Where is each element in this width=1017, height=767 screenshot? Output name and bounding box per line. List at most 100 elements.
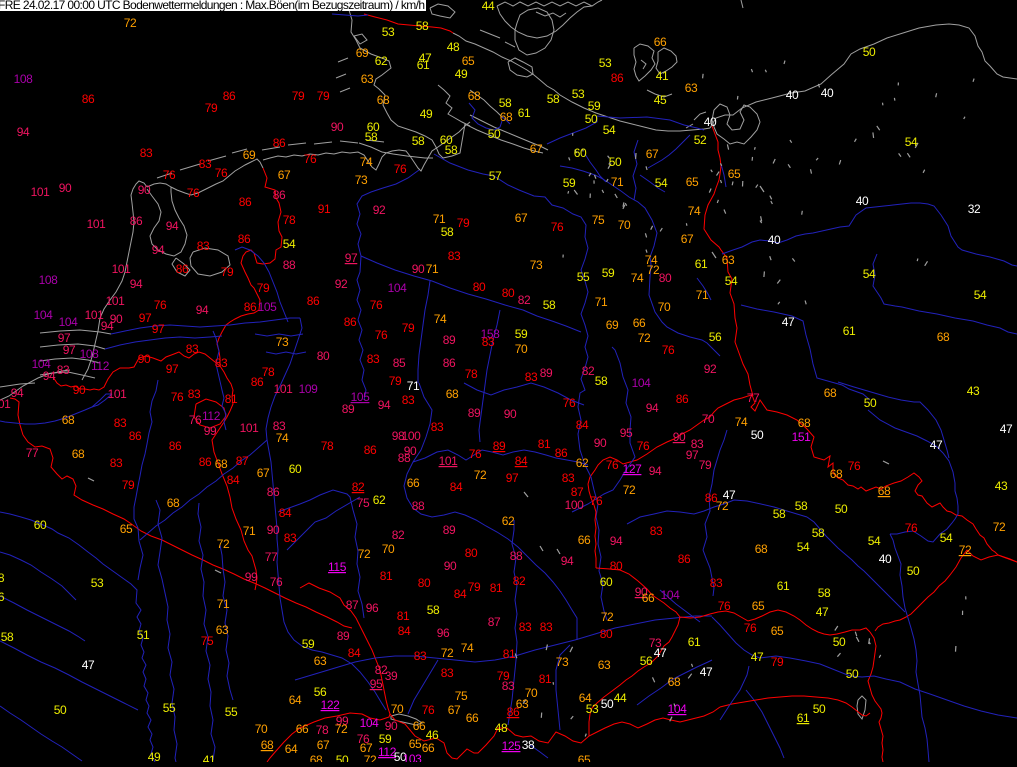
svg-text:68: 68 — [62, 413, 75, 427]
svg-text:58: 58 — [416, 19, 429, 33]
svg-text:81: 81 — [397, 609, 410, 623]
svg-text:86: 86 — [307, 294, 320, 308]
svg-text:71: 71 — [696, 288, 709, 302]
svg-text:50: 50 — [846, 667, 859, 681]
svg-text:103: 103 — [403, 752, 423, 762]
svg-text:63: 63 — [314, 654, 327, 668]
svg-text:76: 76 — [163, 168, 176, 182]
svg-text:47: 47 — [782, 315, 795, 329]
svg-text:74: 74 — [461, 641, 474, 655]
svg-text:69: 69 — [356, 46, 369, 60]
svg-text:61: 61 — [417, 58, 430, 72]
svg-text:58: 58 — [773, 507, 786, 521]
svg-text:75: 75 — [455, 689, 468, 703]
svg-text:58: 58 — [795, 499, 808, 513]
svg-text:63: 63 — [598, 658, 611, 672]
svg-text:6: 6 — [0, 590, 5, 604]
svg-text:60: 60 — [34, 518, 47, 532]
svg-text:94: 94 — [196, 303, 209, 317]
svg-text:59: 59 — [602, 266, 615, 280]
svg-text:83: 83 — [650, 524, 663, 538]
svg-text:61: 61 — [518, 106, 531, 120]
svg-text:72: 72 — [358, 547, 371, 561]
svg-text:55: 55 — [163, 701, 176, 715]
svg-text:43: 43 — [995, 479, 1008, 493]
svg-text:89: 89 — [468, 406, 481, 420]
svg-text:86: 86 — [82, 92, 95, 106]
svg-text:94: 94 — [166, 219, 179, 233]
svg-text:71: 71 — [595, 295, 608, 309]
svg-text:79: 79 — [205, 101, 218, 115]
svg-text:76: 76 — [718, 599, 731, 613]
svg-text:47: 47 — [700, 665, 713, 679]
svg-text:66: 66 — [578, 533, 591, 547]
svg-text:90: 90 — [138, 352, 151, 366]
svg-text:59: 59 — [515, 327, 528, 341]
svg-text:127: 127 — [623, 462, 643, 476]
svg-text:46: 46 — [426, 728, 439, 742]
svg-text:76: 76 — [590, 494, 603, 508]
svg-text:86: 86 — [199, 455, 212, 469]
svg-text:72: 72 — [959, 543, 972, 557]
svg-text:101: 101 — [274, 382, 294, 396]
svg-text:39: 39 — [385, 669, 398, 683]
svg-text:65: 65 — [120, 522, 133, 536]
svg-text:83: 83 — [502, 679, 515, 693]
svg-text:76: 76 — [469, 447, 482, 461]
svg-text:83: 83 — [284, 531, 297, 545]
svg-text:86: 86 — [676, 392, 689, 406]
svg-text:83: 83 — [402, 393, 415, 407]
svg-text:90: 90 — [673, 430, 686, 444]
svg-text:56: 56 — [314, 685, 327, 699]
svg-text:84: 84 — [450, 480, 463, 494]
svg-text:95: 95 — [620, 426, 633, 440]
svg-text:72: 72 — [474, 468, 487, 482]
svg-text:79: 79 — [317, 89, 330, 103]
svg-text:67: 67 — [646, 147, 659, 161]
svg-text:79: 79 — [257, 281, 270, 295]
svg-text:87: 87 — [488, 615, 501, 629]
svg-text:70: 70 — [515, 342, 528, 356]
svg-text:50: 50 — [609, 155, 622, 169]
svg-text:68: 68 — [468, 89, 481, 103]
svg-text:53: 53 — [586, 702, 599, 716]
svg-text:125: 125 — [502, 739, 522, 753]
svg-text:83: 83 — [710, 576, 723, 590]
svg-text:72: 72 — [335, 722, 348, 736]
svg-text:81: 81 — [490, 581, 503, 595]
svg-text:71: 71 — [243, 524, 256, 538]
svg-text:50: 50 — [907, 564, 920, 578]
svg-text:76: 76 — [304, 152, 317, 166]
svg-text:83: 83 — [367, 352, 380, 366]
svg-text:74: 74 — [360, 155, 373, 169]
svg-text:68: 68 — [500, 110, 513, 124]
svg-text:54: 54 — [725, 274, 738, 288]
svg-text:76: 76 — [189, 413, 202, 427]
svg-text:65: 65 — [728, 167, 741, 181]
svg-text:76: 76 — [171, 390, 184, 404]
svg-text:86: 86 — [273, 188, 286, 202]
svg-text:76: 76 — [370, 298, 383, 312]
svg-text:90: 90 — [594, 436, 607, 450]
svg-text:86: 86 — [169, 439, 182, 453]
svg-text:94: 94 — [561, 554, 574, 568]
svg-text:61: 61 — [688, 635, 701, 649]
svg-text:76: 76 — [422, 703, 435, 717]
svg-text:58: 58 — [818, 586, 831, 600]
svg-text:86: 86 — [507, 705, 520, 719]
svg-text:72: 72 — [716, 499, 729, 513]
svg-text:112: 112 — [202, 409, 221, 423]
svg-text:65: 65 — [409, 737, 422, 751]
svg-text:84: 84 — [576, 418, 589, 432]
svg-text:76: 76 — [270, 575, 283, 589]
svg-text:71: 71 — [611, 175, 624, 189]
svg-text:71: 71 — [426, 262, 439, 276]
svg-text:38: 38 — [522, 738, 535, 752]
svg-text:83: 83 — [114, 416, 127, 430]
svg-text:92: 92 — [335, 277, 348, 291]
svg-text:92: 92 — [373, 203, 386, 217]
svg-text:61: 61 — [695, 257, 708, 271]
svg-text:88: 88 — [283, 258, 296, 272]
svg-text:50: 50 — [601, 697, 614, 711]
svg-text:101: 101 — [87, 217, 107, 231]
